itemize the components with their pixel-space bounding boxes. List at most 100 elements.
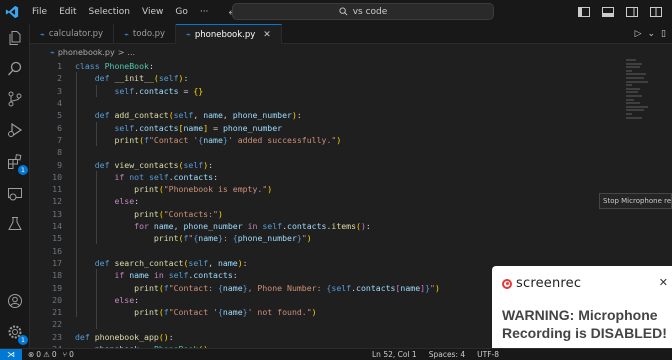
tab-label: calculator.py (48, 29, 104, 39)
line-number: 10 (52, 171, 62, 182)
menu-go[interactable]: Go (169, 7, 193, 17)
line-number: 18 (52, 270, 62, 281)
screenrec-popup[interactable]: screenrec ✕ WARNING: Microphone Recordin… (492, 266, 672, 348)
code-line[interactable]: 19 print(f"Contact: {name}, Phone Number… (30, 281, 440, 293)
code-line[interactable]: 18 if name in self.contacts: (30, 269, 238, 281)
code-line[interactable]: 16 (30, 245, 62, 257)
code-text: for name, phone_number in self.contacts.… (134, 221, 371, 232)
code-line[interactable]: 22 (30, 318, 62, 330)
tab-todo[interactable]: ⌁ todo.py (114, 24, 177, 44)
tab-calculator[interactable]: ⌁ calculator.py (30, 24, 115, 44)
source-control-icon[interactable] (5, 89, 25, 109)
toggle-primary-sidebar-icon[interactable] (578, 7, 590, 17)
code-text: def view_contacts(self): (94, 159, 214, 170)
menu-more[interactable]: ··· (194, 7, 215, 17)
vscode-logo-icon (0, 0, 24, 24)
code-line[interactable]: 12 else: (30, 195, 139, 207)
code-line[interactable]: 2 def __init__(self): (30, 72, 188, 84)
minimap[interactable] (626, 59, 652, 129)
breadcrumb-more[interactable]: ... (127, 48, 135, 57)
code-line[interactable]: 3 self.contacts = {} (30, 85, 203, 97)
customize-layout-icon[interactable] (650, 7, 662, 17)
code-line[interactable]: 15 print(f"{name}: {phone_number}") (30, 232, 312, 244)
ports-icon: ⑂ (62, 350, 68, 359)
line-number: 9 (57, 159, 62, 170)
explorer-icon[interactable] (5, 28, 25, 48)
run-file-icon[interactable]: ▷ (635, 29, 642, 39)
ports-count: 0 (69, 350, 74, 359)
close-icon[interactable]: ✕ (659, 276, 668, 289)
menu-edit[interactable]: Edit (53, 7, 82, 17)
tab-phonebook[interactable]: ⌁ phonebook.py ✕ (176, 24, 282, 44)
python-file-icon: ⌁ (50, 47, 55, 57)
line-number: 4 (57, 98, 62, 109)
indent-guide (76, 72, 77, 317)
problems-status[interactable]: ⊗ 0 ⚠ 0 (28, 350, 57, 359)
code-line[interactable]: 4 (30, 97, 62, 109)
close-tab-icon[interactable]: ✕ (263, 30, 271, 40)
remote-indicator-icon[interactable]: ⋊ (0, 348, 22, 360)
search-activity-icon[interactable] (5, 59, 25, 79)
code-line[interactable]: 17 def search_contact(self, name): (30, 257, 247, 269)
toggle-secondary-sidebar-icon[interactable] (626, 7, 638, 17)
code-line[interactable]: 21 print(f"Contact '{name}' not found.") (30, 306, 316, 318)
code-line[interactable]: 23 def phonebook_app(): (30, 331, 173, 343)
split-editor-icon[interactable]: ▯ (661, 29, 666, 39)
code-text: print("Phonebook is empty.") (134, 184, 273, 195)
breadcrumb-file[interactable]: phonebook.py (58, 48, 115, 57)
record-icon (502, 278, 512, 289)
encoding-status[interactable]: UTF-8 (477, 350, 499, 359)
tab-label: phonebook.py (194, 29, 256, 40)
code-line[interactable]: 5 def add_contact(self, name, phone_numb… (30, 109, 302, 121)
code-text: if not self.contacts: (114, 171, 218, 182)
editor-tabs: ⌁ calculator.py ⌁ todo.py ⌁ phonebook.py… (30, 24, 672, 44)
code-line[interactable]: 13 print("Contacts:") (30, 208, 223, 220)
toggle-panel-icon[interactable] (602, 7, 614, 17)
line-number: 12 (52, 196, 62, 207)
warning-count: 0 (51, 350, 57, 359)
code-line[interactable]: 1 class PhoneBook: (30, 60, 154, 72)
line-number: 1 (57, 61, 62, 72)
code-text: def __init__(self): (94, 73, 189, 84)
line-number: 6 (57, 122, 62, 133)
code-line[interactable]: 7 print(f"Contact '{name}' added success… (30, 134, 341, 146)
indentation-status[interactable]: Spaces: 4 (429, 350, 465, 359)
code-text: print(f"Contact: {name}, Phone Number: {… (134, 282, 440, 293)
code-text: else: (114, 196, 140, 207)
code-line[interactable]: 9 def view_contacts(self): (30, 158, 213, 170)
menu-file[interactable]: File (26, 7, 53, 17)
extensions-icon[interactable]: 1 (5, 152, 28, 175)
code-text: def phonebook_app(): (75, 331, 174, 342)
line-number: 20 (52, 294, 62, 305)
command-center-search[interactable]: vs code (232, 3, 494, 20)
run-dropdown-icon[interactable]: ⌄ (648, 29, 656, 39)
code-line[interactable]: 10 if not self.contacts: (30, 171, 218, 183)
line-number: 23 (52, 331, 62, 342)
line-number: 5 (57, 110, 62, 121)
menu-view[interactable]: View (136, 7, 169, 17)
line-number: 16 (52, 245, 62, 256)
code-text: print("Contacts:") (134, 208, 223, 219)
cursor-position[interactable]: Ln 52, Col 1 (372, 350, 417, 359)
code-text: print(f"{name}: {phone_number}") (153, 233, 312, 244)
line-number: 2 (57, 73, 62, 84)
code-line[interactable]: 14 for name, phone_number in self.contac… (30, 220, 371, 232)
code-text: class PhoneBook: (75, 61, 154, 72)
line-number: 22 (52, 319, 62, 330)
run-debug-icon[interactable] (5, 120, 25, 140)
code-line[interactable]: 6 self.contacts[name] = phone_number (30, 122, 282, 134)
testing-icon[interactable] (5, 214, 25, 234)
manage-gear-icon[interactable]: 1 (5, 322, 28, 345)
code-text: self.contacts[name] = phone_number (114, 122, 283, 133)
remote-explorer-icon[interactable] (5, 184, 25, 204)
python-file-icon: ⌁ (124, 29, 129, 39)
line-number: 8 (57, 147, 62, 158)
ports-status[interactable]: ⑂ 0 (63, 350, 74, 359)
status-bar: ⋊ ⊗ 0 ⚠ 0 ⑂ 0 Ln 52, Col 1 Spaces: 4 UTF… (0, 348, 672, 360)
accounts-icon[interactable] (5, 291, 25, 311)
menu-selection[interactable]: Selection (83, 7, 136, 17)
code-line[interactable]: 20 else: (30, 294, 139, 306)
manage-badge: 1 (18, 335, 28, 345)
code-line[interactable]: 8 (30, 146, 62, 158)
code-line[interactable]: 11 print("Phonebook is empty.") (30, 183, 272, 195)
